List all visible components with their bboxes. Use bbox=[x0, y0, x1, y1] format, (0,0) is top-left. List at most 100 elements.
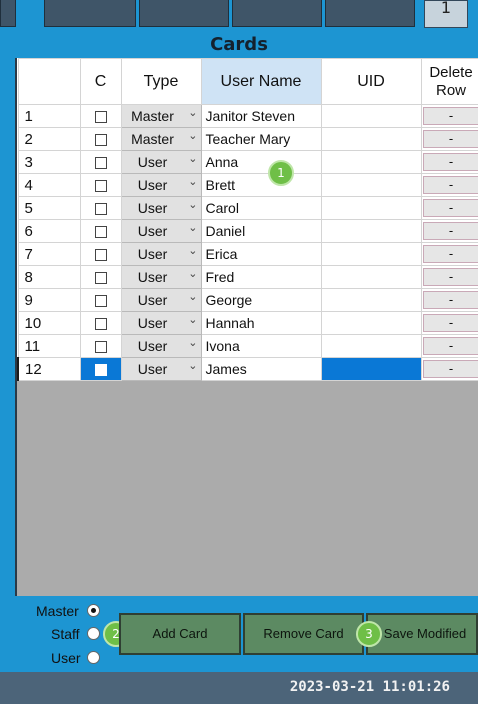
type-dropdown[interactable]: User ⌄ bbox=[120, 334, 202, 358]
delete-cell: - bbox=[420, 173, 478, 197]
remove-card-button[interactable]: Remove Card bbox=[243, 613, 364, 655]
page-number-field[interactable]: 1 bbox=[424, 0, 468, 28]
uid-cell[interactable] bbox=[320, 173, 422, 197]
delete-row-button[interactable]: - bbox=[422, 291, 478, 309]
type-dropdown[interactable]: User ⌄ bbox=[120, 265, 202, 289]
uid-cell[interactable] bbox=[320, 242, 422, 266]
type-dropdown[interactable]: User ⌄ bbox=[120, 219, 202, 243]
chevron-down-icon[interactable]: ⌄ bbox=[188, 244, 197, 257]
chevron-down-icon[interactable]: ⌄ bbox=[188, 152, 197, 165]
user-name-cell[interactable]: Hannah bbox=[200, 311, 322, 335]
delete-row-button[interactable]: - bbox=[422, 130, 478, 148]
top-tab-2[interactable] bbox=[44, 0, 136, 27]
row-checkbox[interactable] bbox=[79, 104, 122, 128]
column-header-uid[interactable]: UID bbox=[320, 58, 422, 105]
user-name-cell[interactable]: Carol bbox=[200, 196, 322, 220]
column-header-c[interactable]: C bbox=[79, 58, 122, 105]
type-dropdown[interactable]: User ⌄ bbox=[120, 173, 202, 197]
chevron-down-icon[interactable]: ⌄ bbox=[188, 221, 197, 234]
radio-option-user[interactable]: User bbox=[51, 650, 81, 668]
checkbox-icon bbox=[94, 341, 107, 354]
radio-staff-icon[interactable] bbox=[87, 627, 100, 640]
type-dropdown[interactable]: User ⌄ bbox=[120, 311, 202, 335]
top-tab-1[interactable] bbox=[0, 0, 16, 27]
user-name-cell[interactable]: George bbox=[200, 288, 322, 312]
chevron-down-icon[interactable]: ⌄ bbox=[188, 290, 197, 303]
type-dropdown[interactable]: Master ⌄ bbox=[120, 104, 202, 128]
delete-row-button[interactable]: - bbox=[422, 222, 478, 240]
user-name-cell[interactable]: Fred bbox=[200, 265, 322, 289]
user-name-cell-editing[interactable]: James bbox=[200, 357, 322, 381]
type-dropdown[interactable]: Master ⌄ bbox=[120, 127, 202, 151]
row-checkbox[interactable] bbox=[79, 288, 122, 312]
row-checkbox[interactable] bbox=[79, 150, 122, 174]
user-name-cell[interactable]: Daniel bbox=[200, 219, 322, 243]
row-checkbox[interactable] bbox=[79, 265, 122, 289]
uid-cell[interactable] bbox=[320, 150, 422, 174]
uid-cell[interactable] bbox=[320, 265, 422, 289]
delete-row-button[interactable]: - bbox=[422, 314, 478, 332]
row-checkbox[interactable] bbox=[79, 127, 122, 151]
uid-cell[interactable] bbox=[320, 127, 422, 151]
chevron-down-icon[interactable]: ⌄ bbox=[188, 313, 197, 326]
type-dropdown[interactable]: User ⌄ bbox=[120, 357, 202, 381]
user-name-cell[interactable]: Ivona bbox=[200, 334, 322, 358]
cards-grid[interactable]: C Type User Name UID Delete Row 1 Master… bbox=[15, 58, 478, 596]
row-checkbox[interactable] bbox=[79, 242, 122, 266]
chevron-down-icon[interactable]: ⌄ bbox=[188, 336, 197, 349]
top-tab-3[interactable] bbox=[139, 0, 229, 27]
row-checkbox[interactable] bbox=[79, 334, 122, 358]
column-header-delete-row[interactable]: Delete Row bbox=[420, 58, 478, 105]
uid-cell[interactable] bbox=[320, 357, 422, 381]
delete-row-button[interactable]: - bbox=[422, 176, 478, 194]
user-name-cell[interactable]: Erica bbox=[200, 242, 322, 266]
user-name-cell[interactable]: Janitor Steven bbox=[200, 104, 322, 128]
column-header-type[interactable]: Type bbox=[120, 58, 202, 105]
checkbox-icon bbox=[94, 180, 107, 193]
type-value: User bbox=[137, 292, 168, 308]
uid-cell[interactable] bbox=[320, 196, 422, 220]
uid-cell[interactable] bbox=[320, 311, 422, 335]
user-name-cell[interactable]: Teacher Mary bbox=[200, 127, 322, 151]
uid-cell[interactable] bbox=[320, 219, 422, 243]
delete-row-button[interactable]: - bbox=[422, 360, 478, 378]
chevron-down-icon[interactable]: ⌄ bbox=[188, 106, 197, 119]
uid-cell[interactable] bbox=[320, 288, 422, 312]
uid-cell[interactable] bbox=[320, 104, 422, 128]
radio-master-icon[interactable] bbox=[87, 604, 100, 617]
row-number: 7 bbox=[17, 242, 81, 266]
status-bar: 2023-03-21 11:01:26 bbox=[0, 672, 478, 704]
row-checkbox[interactable] bbox=[79, 219, 122, 243]
radio-user-icon[interactable] bbox=[87, 651, 100, 664]
type-value: Master bbox=[131, 131, 174, 147]
top-tab-5[interactable] bbox=[325, 0, 415, 27]
add-card-button[interactable]: Add Card bbox=[119, 613, 241, 655]
delete-row-button[interactable]: - bbox=[422, 107, 478, 125]
radio-option-master[interactable]: Master bbox=[36, 603, 79, 621]
user-name-cell[interactable]: Anna bbox=[200, 150, 322, 174]
delete-row-button[interactable]: - bbox=[422, 337, 478, 355]
chevron-down-icon[interactable]: ⌄ bbox=[188, 175, 197, 188]
delete-row-button[interactable]: - bbox=[422, 245, 478, 263]
delete-row-button[interactable]: - bbox=[422, 153, 478, 171]
delete-row-button[interactable]: - bbox=[422, 199, 478, 217]
save-modified-button[interactable]: Save Modified bbox=[366, 613, 478, 655]
type-dropdown[interactable]: User ⌄ bbox=[120, 196, 202, 220]
row-checkbox[interactable] bbox=[79, 357, 122, 381]
row-checkbox[interactable] bbox=[79, 196, 122, 220]
chevron-down-icon[interactable]: ⌄ bbox=[188, 267, 197, 280]
chevron-down-icon[interactable]: ⌄ bbox=[188, 359, 197, 372]
delete-row-button[interactable]: - bbox=[422, 268, 478, 286]
user-name-cell[interactable]: Brett bbox=[200, 173, 322, 197]
column-header-user-name[interactable]: User Name bbox=[200, 58, 322, 105]
type-dropdown[interactable]: User ⌄ bbox=[120, 242, 202, 266]
type-dropdown[interactable]: User ⌄ bbox=[120, 150, 202, 174]
uid-cell[interactable] bbox=[320, 334, 422, 358]
chevron-down-icon[interactable]: ⌄ bbox=[188, 198, 197, 211]
top-tab-4[interactable] bbox=[232, 0, 322, 27]
radio-option-staff[interactable]: Staff bbox=[51, 626, 80, 644]
row-checkbox[interactable] bbox=[79, 311, 122, 335]
type-dropdown[interactable]: User ⌄ bbox=[120, 288, 202, 312]
chevron-down-icon[interactable]: ⌄ bbox=[188, 129, 197, 142]
row-checkbox[interactable] bbox=[79, 173, 122, 197]
